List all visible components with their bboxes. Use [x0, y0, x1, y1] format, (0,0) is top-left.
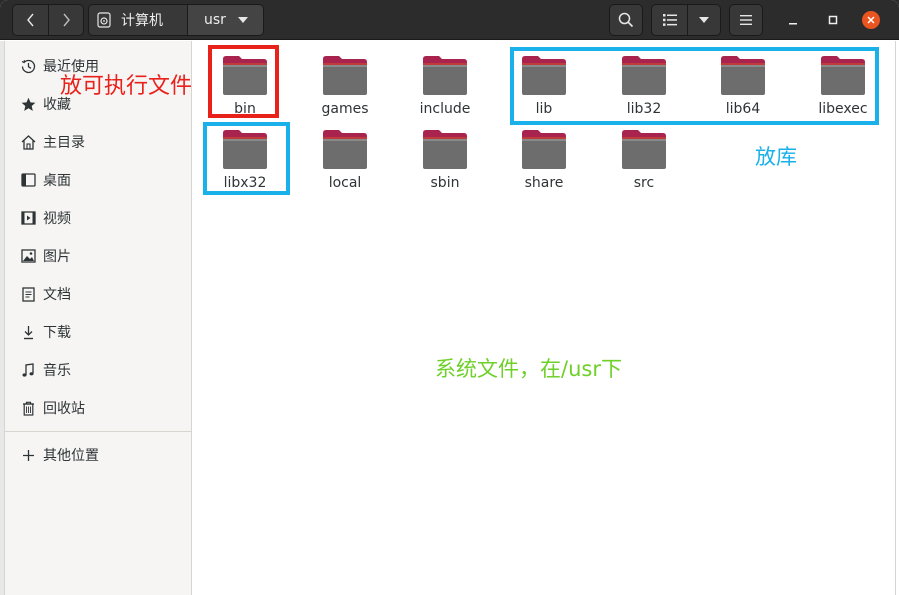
- folder-icon: [323, 130, 367, 169]
- path-label-computer: 计算机: [121, 13, 163, 29]
- close-icon: [867, 16, 875, 24]
- search-button[interactable]: [609, 4, 643, 36]
- annotation-box-libraries-top: [510, 47, 879, 125]
- sidebar-separator: [5, 431, 192, 432]
- header-bar: 计算机 usr: [0, 0, 899, 40]
- back-button[interactable]: [12, 4, 49, 36]
- desktop-icon: [19, 171, 37, 189]
- search-icon: [618, 12, 634, 28]
- hamburger-menu-icon: [740, 15, 752, 25]
- picture-icon: [19, 247, 37, 265]
- home-icon: [19, 133, 37, 151]
- folder-name: games: [321, 101, 369, 117]
- sidebar-item-home[interactable]: 主目录: [5, 125, 192, 159]
- sidebar-item-music[interactable]: 音乐: [5, 353, 192, 387]
- file-manager-window: 计算机 usr 最近使用 收藏 主目录 桌面 视频 图片 文档 下载 音乐 回收…: [0, 0, 899, 595]
- path-button-usr[interactable]: usr: [187, 4, 264, 36]
- maximize-icon: [828, 15, 838, 25]
- drive-icon: [97, 12, 111, 28]
- maximize-button[interactable]: [824, 11, 842, 29]
- chevron-down-icon: [237, 17, 248, 23]
- document-icon: [19, 285, 37, 303]
- folder-icon: [522, 130, 566, 169]
- path-button-computer[interactable]: 计算机: [88, 4, 188, 36]
- folder-name: src: [633, 175, 655, 191]
- minimize-icon: [789, 23, 797, 25]
- forward-button[interactable]: [48, 4, 84, 36]
- sidebar-item-label: 文档: [43, 287, 71, 303]
- sidebar-item-documents[interactable]: 文档: [5, 277, 192, 311]
- sidebar-item-label: 桌面: [43, 173, 71, 189]
- folder-name: local: [328, 175, 362, 191]
- list-view-button[interactable]: [651, 4, 688, 36]
- folder-name: share: [524, 175, 564, 191]
- main-menu-button[interactable]: [729, 4, 763, 36]
- folder-item-sbin[interactable]: sbin: [400, 123, 490, 197]
- sidebar-item-label: 视频: [43, 211, 71, 227]
- folder-name: include: [419, 101, 471, 117]
- path-label-usr: usr: [204, 12, 226, 28]
- annotation-box-libraries-libx32: [203, 122, 290, 195]
- annotation-executables-text: 放可执行文件: [60, 74, 193, 99]
- chevron-down-icon: [699, 17, 709, 23]
- folder-name: sbin: [430, 175, 460, 191]
- sidebar-item-label: 下载: [43, 325, 71, 341]
- trash-icon: [19, 399, 37, 417]
- sidebar-item-pictures[interactable]: 图片: [5, 239, 192, 273]
- annotation-libraries-text: 放库: [755, 145, 797, 169]
- sidebar-item-label: 主目录: [43, 135, 85, 151]
- view-options-button[interactable]: [687, 4, 721, 36]
- sidebar-item-label: 其他位置: [43, 448, 99, 464]
- sidebar: 最近使用 收藏 主目录 桌面 视频 图片 文档 下载 音乐 回收站 其他位置: [4, 41, 192, 595]
- annotation-box-executables: [208, 45, 279, 118]
- music-icon: [19, 361, 37, 379]
- clock-icon: [19, 57, 37, 75]
- sidebar-item-label: 音乐: [43, 363, 71, 379]
- sidebar-item-desktop[interactable]: 桌面: [5, 163, 192, 197]
- folder-item-local[interactable]: local: [300, 123, 390, 197]
- folder-item-games[interactable]: games: [300, 49, 390, 123]
- folder-icon: [423, 130, 467, 169]
- sidebar-item-trash[interactable]: 回收站: [5, 391, 192, 425]
- close-button[interactable]: [862, 11, 880, 29]
- sidebar-item-videos[interactable]: 视频: [5, 201, 192, 235]
- chevron-right-icon: [63, 13, 70, 27]
- download-icon: [19, 323, 37, 341]
- sidebar-item-downloads[interactable]: 下载: [5, 315, 192, 349]
- video-icon: [19, 209, 37, 227]
- folder-icon: [323, 56, 367, 95]
- list-view-icon: [662, 14, 677, 26]
- folder-item-share[interactable]: share: [499, 123, 589, 197]
- folder-icon: [622, 130, 666, 169]
- folder-icon: [423, 56, 467, 95]
- sidebar-item-label: 图片: [43, 249, 71, 265]
- folder-item-src[interactable]: src: [599, 123, 689, 197]
- plus-icon: [19, 446, 37, 464]
- minimize-button[interactable]: [784, 11, 802, 29]
- folder-item-include[interactable]: include: [400, 49, 490, 123]
- chevron-left-icon: [26, 13, 34, 27]
- star-icon: [19, 95, 37, 113]
- sidebar-item-label: 回收站: [43, 401, 85, 417]
- sidebar-item-other-locations[interactable]: 其他位置: [5, 438, 192, 472]
- annotation-system-files-text: 系统文件，在/usr下: [435, 357, 622, 381]
